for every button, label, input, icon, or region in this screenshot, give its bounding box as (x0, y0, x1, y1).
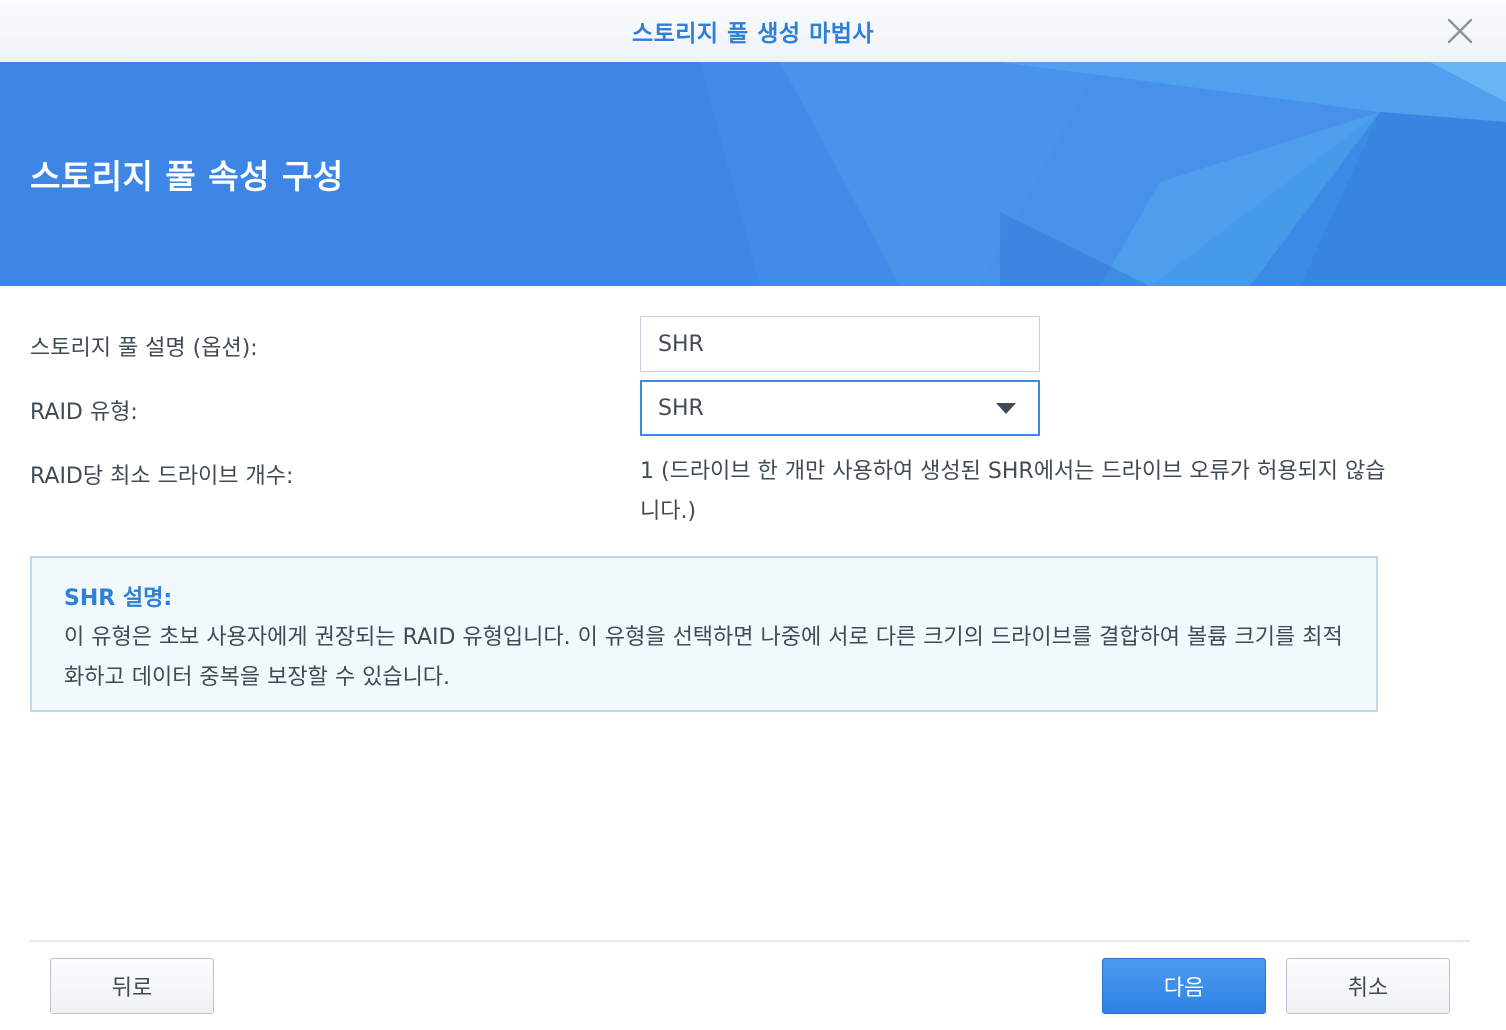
min-drives-value: 1 (드라이브 한 개만 사용하여 생성된 SHR에서는 드라이브 오류가 허용… (640, 459, 1386, 524)
raid-type-value: SHR (658, 395, 704, 421)
page-title: 스토리지 풀 속성 구성 (30, 157, 344, 196)
cancel-button[interactable]: 취소 (1286, 958, 1450, 1014)
description-label: 스토리지 풀 설명 (옵션): (30, 336, 258, 361)
back-button[interactable]: 뒤로 (50, 958, 214, 1014)
info-text: 이 유형은 초보 사용자에게 권장되는 RAID 유형입니다. 이 유형을 선택… (64, 625, 1343, 690)
description-input[interactable] (640, 316, 1040, 372)
next-button[interactable]: 다음 (1102, 958, 1266, 1014)
min-drives-label: RAID당 최소 드라이브 개수: (30, 464, 294, 489)
chevron-down-icon (996, 402, 1016, 414)
storage-pool-wizard-dialog: 스토리지 풀 생성 마법사 스토리지 풀 속성 구성 스토리지 풀 설명 (옵션… (0, 0, 1506, 1030)
title-bar: 스토리지 풀 생성 마법사 (0, 0, 1506, 62)
info-title: SHR 설명: (64, 586, 173, 611)
raid-type-label: RAID 유형: (30, 400, 138, 425)
raid-type-select[interactable]: SHR (640, 380, 1040, 436)
shr-info-box: SHR 설명: 이 유형은 초보 사용자에게 권장되는 RAID 유형입니다. … (30, 556, 1378, 712)
close-icon[interactable] (1444, 15, 1476, 47)
header-banner: 스토리지 풀 속성 구성 (0, 62, 1506, 286)
window-title: 스토리지 풀 생성 마법사 (631, 21, 875, 47)
footer-divider (30, 940, 1470, 942)
